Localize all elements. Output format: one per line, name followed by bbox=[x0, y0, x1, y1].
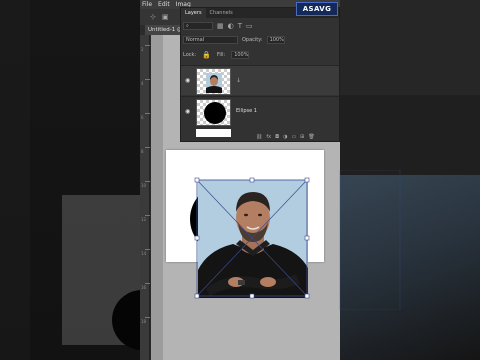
ruler-number: 8 bbox=[141, 149, 144, 154]
transform-handle-right bbox=[304, 235, 310, 241]
background-top-right-panel bbox=[340, 0, 480, 95]
channel-logo: ASAVG bbox=[296, 2, 338, 16]
filter-type-icon[interactable]: T bbox=[238, 22, 242, 30]
layers-panel-footer: ⛓ fx ◘ ◑ ▭ ⊞ 🗑 bbox=[256, 134, 315, 140]
fill-field[interactable]: 100% bbox=[231, 51, 250, 59]
vertical-ruler: 2 4 6 8 10 12 14 16 18 bbox=[140, 35, 150, 360]
delete-layer-icon[interactable]: 🗑 bbox=[308, 134, 314, 140]
ruler-tick bbox=[145, 147, 150, 148]
ruler-number: 10 bbox=[141, 183, 147, 188]
tab-channels[interactable]: Channels bbox=[206, 8, 237, 18]
opacity-label: Opacity: bbox=[242, 37, 263, 43]
transform-handle-tr bbox=[304, 177, 310, 183]
layers-filter-row: ⌕ ▦ ◐ T ▭ bbox=[183, 21, 338, 31]
ruler-number: 18 bbox=[141, 319, 147, 324]
ruler-tick bbox=[145, 249, 150, 250]
filter-pixel-icon[interactable]: ▦ bbox=[217, 22, 224, 30]
ruler-tick bbox=[145, 113, 150, 114]
move-tool-icon[interactable]: ⊹ bbox=[150, 13, 156, 21]
layer-thumbnail-background[interactable] bbox=[196, 129, 231, 137]
layer-thumbnail-photo bbox=[196, 68, 231, 95]
visibility-eye-icon[interactable]: ◉ bbox=[185, 108, 190, 115]
auto-select-icon[interactable]: ▣ bbox=[162, 13, 169, 21]
adjustment-layer-icon[interactable]: ◑ bbox=[283, 134, 287, 140]
transform-handle-bl bbox=[194, 293, 200, 299]
ruler-tick bbox=[145, 215, 150, 216]
layer-name-ellipse[interactable]: Ellipse 1 bbox=[236, 108, 257, 114]
transform-bounding-box[interactable] bbox=[190, 170, 410, 310]
layer-row-photo[interactable]: ◉ ↓ bbox=[181, 65, 339, 95]
ruler-number: 6 bbox=[141, 115, 144, 120]
transform-handle-tl bbox=[194, 177, 200, 183]
ruler-tick bbox=[145, 283, 150, 284]
lock-fill-row: Lock: 🔒 Fill: 100% bbox=[183, 50, 338, 60]
fill-label: Fill: bbox=[216, 52, 226, 58]
background-toolbar-ghost bbox=[0, 0, 30, 360]
tab-layers[interactable]: Layers bbox=[181, 8, 206, 18]
ruler-number: 2 bbox=[141, 47, 144, 52]
opacity-field[interactable]: 100% bbox=[266, 36, 285, 44]
transform-handle-bottom bbox=[249, 293, 255, 299]
new-group-icon[interactable]: ▭ bbox=[291, 134, 296, 140]
blend-opacity-row: Normal Opacity: 100% bbox=[183, 35, 338, 45]
layer-kind-filter[interactable]: ⌕ bbox=[183, 22, 213, 30]
portrait-thumbnail-icon bbox=[206, 73, 222, 93]
blend-mode-select[interactable]: Normal bbox=[183, 36, 238, 44]
transform-handle-left bbox=[194, 235, 200, 241]
ruler-tick bbox=[145, 79, 150, 80]
new-layer-icon[interactable]: ⊞ bbox=[300, 134, 304, 140]
layer-thumbnail-ellipse bbox=[196, 99, 231, 126]
lock-label: Lock: bbox=[183, 52, 197, 58]
ruler-tick bbox=[145, 45, 150, 46]
ruler-tick bbox=[145, 181, 150, 182]
visibility-eye-icon[interactable]: ◉ bbox=[185, 77, 190, 84]
transform-handle-top bbox=[249, 177, 255, 183]
ruler-number: 4 bbox=[141, 81, 144, 86]
ellipse-thumbnail-icon bbox=[204, 102, 226, 124]
link-layers-icon[interactable]: ⛓ bbox=[256, 134, 262, 140]
transform-handle-br bbox=[304, 293, 310, 299]
layer-row-ellipse[interactable]: ◉ Ellipse 1 bbox=[181, 96, 339, 126]
filter-adjust-icon[interactable]: ◐ bbox=[228, 22, 234, 30]
clipping-mask-arrow-icon: ↓ bbox=[236, 77, 242, 84]
filter-shape-icon[interactable]: ▭ bbox=[246, 22, 253, 30]
add-mask-icon[interactable]: ◘ bbox=[275, 134, 279, 140]
ruler-tick bbox=[145, 317, 150, 318]
ruler-number: 16 bbox=[141, 285, 147, 290]
lock-icon[interactable]: 🔒 bbox=[202, 51, 211, 59]
menu-file[interactable]: File bbox=[142, 1, 152, 8]
ruler-number: 12 bbox=[141, 217, 147, 222]
ruler-number: 14 bbox=[141, 251, 147, 256]
canvas-edge bbox=[151, 35, 163, 360]
layer-style-icon[interactable]: fx bbox=[266, 134, 271, 140]
layers-panel: Layers Channels ⌕ ▦ ◐ T ▭ Normal Opacity… bbox=[180, 7, 340, 142]
menu-edit[interactable]: Edit bbox=[158, 1, 170, 8]
